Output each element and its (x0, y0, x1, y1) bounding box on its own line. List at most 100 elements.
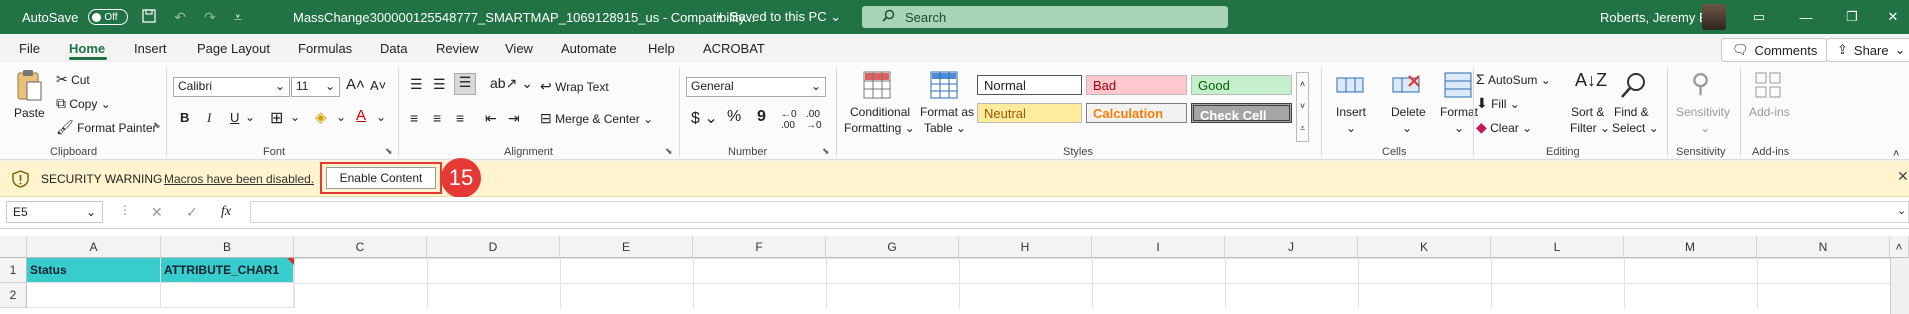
more-options-icon[interactable]: ⋮ (119, 203, 131, 217)
select-all-corner[interactable] (0, 236, 27, 258)
align-top-icon[interactable]: ☰ (410, 76, 423, 93)
column-header[interactable]: C (294, 236, 427, 258)
font-launcher-icon[interactable]: ⬊ (385, 146, 393, 157)
style-check-cell[interactable]: Check Cell (1191, 103, 1292, 123)
align-bottom-icon[interactable]: ☰ (454, 73, 476, 95)
cell-a1[interactable]: Status (27, 258, 161, 283)
orientation-icon[interactable]: ab↗ ⌄ (490, 75, 533, 92)
user-name[interactable]: Roberts, Jeremy B (1600, 10, 1708, 25)
menu-page-layout[interactable]: Page Layout (197, 41, 270, 56)
increase-indent-icon[interactable]: ⇥ (508, 110, 520, 127)
column-header[interactable]: I (1092, 236, 1225, 258)
cell-a2[interactable] (27, 283, 161, 308)
menu-help[interactable]: Help (648, 41, 675, 56)
fill-button[interactable]: ⬇ Fill ⌄ (1476, 95, 1520, 112)
italic-button[interactable]: I (207, 110, 211, 126)
menu-insert[interactable]: Insert (134, 41, 167, 56)
menu-view[interactable]: View (505, 41, 533, 56)
saved-status[interactable]: • Saved to this PC ⌄ (718, 9, 841, 25)
bold-button[interactable]: B (180, 110, 189, 125)
enable-content-button[interactable]: Enable Content (326, 167, 436, 189)
font-size-select[interactable]: 11 ⌄ (291, 77, 340, 97)
cut-button[interactable]: ✂ Cut (56, 71, 90, 88)
align-right-icon[interactable]: ≡ (456, 110, 464, 126)
align-middle-icon[interactable]: ☰ (433, 76, 446, 93)
fill-color-icon[interactable]: ◈ (315, 108, 327, 126)
decrease-decimal-icon[interactable]: .00 →0 (806, 109, 822, 131)
menu-file[interactable]: File (19, 41, 40, 56)
save-icon[interactable] (138, 8, 160, 26)
insert-function-icon[interactable]: fx (221, 204, 231, 220)
document-title[interactable]: MassChange300000125548777_SMARTMAP_10691… (293, 10, 755, 25)
alignment-launcher-icon[interactable]: ⬊ (665, 146, 673, 157)
cell-b1[interactable]: ATTRIBUTE_CHAR1 (161, 258, 294, 283)
vertical-scrollbar[interactable] (1890, 258, 1909, 314)
column-header[interactable]: K (1358, 236, 1491, 258)
enter-icon[interactable]: ✓ (186, 204, 198, 221)
formula-input[interactable] (250, 201, 1909, 223)
cell-b2[interactable] (161, 283, 294, 308)
percent-button[interactable]: % (727, 108, 741, 126)
row-header[interactable]: 2 (0, 283, 27, 308)
customize-qat-icon[interactable]: ⩡ (230, 9, 246, 26)
autosum-button[interactable]: Σ AutoSum ⌄ (1476, 71, 1551, 87)
underline-dropdown-icon[interactable]: ⌄ (245, 110, 255, 124)
number-format-select[interactable]: General ⌄ (686, 77, 826, 97)
font-color-dropdown-icon[interactable]: ⌄ (376, 110, 386, 124)
minimize-icon[interactable]: — (1783, 0, 1829, 34)
row-header[interactable]: 1 (0, 258, 27, 283)
comments-button[interactable]: 🗨 Comments (1721, 38, 1829, 62)
font-color-icon[interactable]: A (356, 107, 366, 124)
increase-decimal-icon[interactable]: ←0.00 (781, 109, 797, 131)
autosave-toggle[interactable]: Off (88, 9, 129, 25)
name-box[interactable]: E5 ⌄ (6, 201, 103, 223)
share-button[interactable]: ⇪ Share ⌄ (1826, 38, 1909, 62)
wrap-text-button[interactable]: ↩ Wrap Text (540, 78, 609, 95)
font-name-select[interactable]: Calibri ⌄ (173, 77, 290, 97)
align-center-icon[interactable]: ≡ (433, 110, 441, 126)
grid-cells[interactable] (294, 258, 1890, 308)
style-neutral[interactable]: Neutral (977, 103, 1082, 123)
column-header[interactable]: H (959, 236, 1092, 258)
close-icon[interactable]: ✕ (1870, 0, 1909, 34)
styles-gallery-scroll[interactable]: ˄ ˅ ⩡ (1296, 72, 1309, 142)
avatar[interactable] (1702, 4, 1726, 30)
align-left-icon[interactable]: ≡ (410, 110, 418, 126)
decrease-indent-icon[interactable]: ⇤ (485, 110, 497, 127)
menu-acrobat[interactable]: ACROBAT (703, 41, 765, 56)
column-header[interactable]: D (427, 236, 560, 258)
restore-icon[interactable]: ❐ (1829, 0, 1875, 34)
fill-color-dropdown-icon[interactable]: ⌄ (336, 110, 346, 124)
underline-button[interactable]: U (230, 110, 239, 125)
currency-button[interactable]: $ ⌄ (691, 108, 718, 128)
collapse-ribbon-icon[interactable]: ˄ (1893, 148, 1899, 160)
scrollbar-up-button[interactable]: ˄ (1890, 236, 1909, 258)
column-header[interactable]: J (1225, 236, 1358, 258)
style-good[interactable]: Good (1191, 75, 1292, 95)
increase-font-icon[interactable]: A˄ (346, 76, 365, 93)
merge-center-button[interactable]: ⊟ Merge & Center ⌄ (540, 110, 653, 127)
ribbon-display-options-icon[interactable]: ▭ (1736, 0, 1782, 34)
security-warning-message[interactable]: Macros have been disabled. (164, 172, 314, 186)
column-header[interactable]: G (826, 236, 959, 258)
decrease-font-icon[interactable]: A˅ (370, 78, 386, 93)
clear-button[interactable]: ◆ Clear ⌄ (1476, 119, 1532, 136)
column-header[interactable]: L (1491, 236, 1624, 258)
copy-button[interactable]: ⧉ Copy ⌄ (56, 95, 111, 112)
undo-icon[interactable]: ↶ (170, 9, 190, 26)
style-calculation[interactable]: Calculation (1086, 103, 1187, 123)
expand-formula-icon[interactable]: ⌄ (1897, 204, 1906, 217)
column-header[interactable]: N (1757, 236, 1890, 258)
clipboard-launcher-icon[interactable]: ⬊ (153, 120, 161, 131)
borders-icon[interactable]: ⊞ (270, 108, 283, 128)
column-header[interactable]: M (1624, 236, 1757, 258)
style-bad[interactable]: Bad (1086, 75, 1187, 95)
comment-indicator[interactable] (287, 258, 294, 265)
menu-formulas[interactable]: Formulas (298, 41, 352, 56)
menu-home[interactable]: Home (69, 41, 105, 56)
menu-review[interactable]: Review (436, 41, 479, 56)
column-header[interactable]: B (161, 236, 294, 258)
comma-style-button[interactable]: 9 (757, 108, 766, 126)
menu-data[interactable]: Data (380, 41, 407, 56)
format-painter-button[interactable]: 🖌 Format Painter (56, 119, 156, 136)
